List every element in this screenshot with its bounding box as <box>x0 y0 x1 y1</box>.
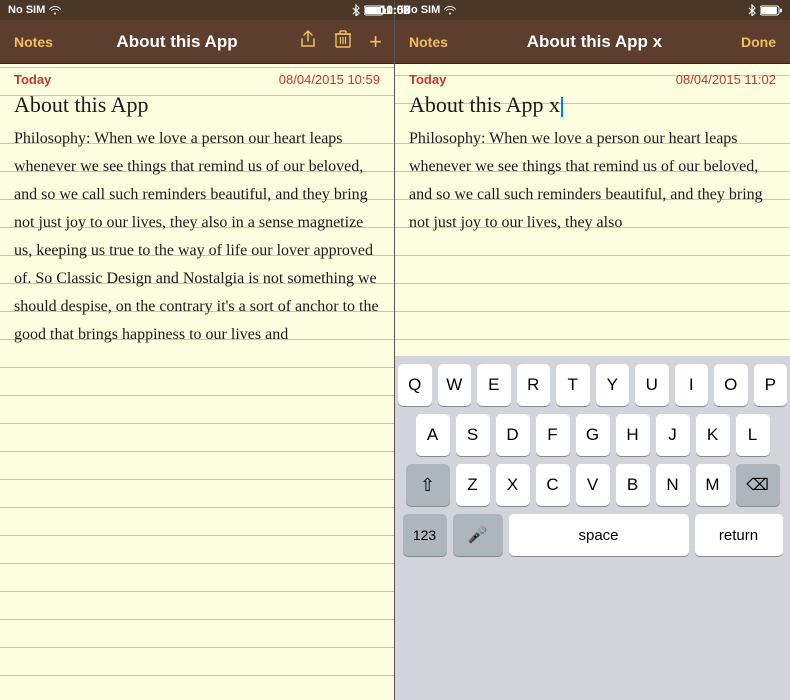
right-date-value: 08/04/2015 11:02 <box>676 72 776 87</box>
keyboard-row-4: 123 🎤 space return <box>398 514 787 556</box>
key-X[interactable]: X <box>496 464 530 506</box>
key-S[interactable]: S <box>456 414 490 456</box>
key-K[interactable]: K <box>696 414 730 456</box>
key-A[interactable]: A <box>416 414 450 456</box>
key-C[interactable]: C <box>536 464 570 506</box>
right-date-line: Today 08/04/2015 11:02 <box>409 72 776 87</box>
left-note-body: Philosophy: When we love a person our he… <box>14 125 380 349</box>
left-nav-bar: Notes About this App <box>0 20 394 64</box>
left-status-bar: No SIM 10:59 <box>0 0 394 20</box>
trash-icon <box>335 30 351 48</box>
add-button[interactable]: + <box>365 27 386 57</box>
right-wifi-icon <box>444 5 456 15</box>
right-panel: No SIM 11:02 Notes About this App x <box>395 0 790 700</box>
key-Y[interactable]: Y <box>596 364 630 406</box>
left-date-value: 08/04/2015 10:59 <box>279 72 380 87</box>
right-battery-icon <box>760 5 782 16</box>
keyboard-row-3: ⇧ Z X C V B N M ⌫ <box>398 464 787 506</box>
right-bluetooth-icon <box>748 4 756 16</box>
left-back-button[interactable]: Notes <box>8 30 59 54</box>
key-P[interactable]: P <box>754 364 788 406</box>
left-note-title: About this App <box>14 91 380 119</box>
right-date-label: Today <box>409 72 446 87</box>
right-note-title: About this App x <box>409 91 776 119</box>
key-M[interactable]: M <box>696 464 730 506</box>
key-J[interactable]: J <box>656 414 690 456</box>
right-back-button[interactable]: Notes <box>403 30 454 54</box>
share-button[interactable] <box>295 28 321 55</box>
left-carrier: No SIM <box>8 4 45 16</box>
right-status-right <box>748 4 782 16</box>
left-nav-title: About this App <box>59 32 295 52</box>
right-note-area[interactable]: Today 08/04/2015 11:02 About this App x … <box>395 64 790 356</box>
key-Z[interactable]: Z <box>456 464 490 506</box>
keyboard: Q W E R T Y U I O P A S D F G H J K L ⇧ … <box>395 356 790 700</box>
left-nav-actions: + <box>295 27 386 57</box>
key-D[interactable]: D <box>496 414 530 456</box>
key-B[interactable]: B <box>616 464 650 506</box>
key-O[interactable]: O <box>714 364 748 406</box>
num-key[interactable]: 123 <box>403 514 447 556</box>
keyboard-row-2: A S D F G H J K L <box>398 414 787 456</box>
key-W[interactable]: W <box>438 364 472 406</box>
keyboard-row-1: Q W E R T Y U I O P <box>398 364 787 406</box>
key-Q[interactable]: Q <box>398 364 432 406</box>
space-key[interactable]: space <box>509 514 689 556</box>
done-button[interactable]: Done <box>735 30 782 54</box>
key-T[interactable]: T <box>556 364 590 406</box>
left-date-line: Today 08/04/2015 10:59 <box>14 72 380 87</box>
return-key[interactable]: return <box>695 514 783 556</box>
right-status-left: No SIM <box>403 4 456 16</box>
left-status-left: No SIM <box>8 4 61 16</box>
right-nav-title: About this App x <box>454 32 735 52</box>
backspace-key[interactable]: ⌫ <box>736 464 780 506</box>
right-nav-bar: Notes About this App x Done <box>395 20 790 64</box>
left-note-area: Today 08/04/2015 10:59 About this App Ph… <box>0 64 394 700</box>
trash-button[interactable] <box>331 28 355 55</box>
text-cursor <box>561 97 563 117</box>
key-E[interactable]: E <box>477 364 511 406</box>
left-date-label: Today <box>14 72 51 87</box>
right-time: 11:02 <box>380 3 410 17</box>
key-N[interactable]: N <box>656 464 690 506</box>
bluetooth-icon <box>352 4 360 16</box>
right-note-body: Philosophy: When we love a person our he… <box>409 125 776 237</box>
key-F[interactable]: F <box>536 414 570 456</box>
left-panel: No SIM 10:59 Notes About t <box>0 0 395 700</box>
mic-key[interactable]: 🎤 <box>453 514 503 556</box>
key-U[interactable]: U <box>635 364 669 406</box>
key-I[interactable]: I <box>675 364 709 406</box>
key-G[interactable]: G <box>576 414 610 456</box>
key-R[interactable]: R <box>517 364 551 406</box>
right-status-bar: No SIM 11:02 <box>395 0 790 20</box>
key-L[interactable]: L <box>736 414 770 456</box>
key-V[interactable]: V <box>576 464 610 506</box>
key-H[interactable]: H <box>616 414 650 456</box>
wifi-icon <box>49 5 61 15</box>
share-icon <box>299 30 317 48</box>
shift-key[interactable]: ⇧ <box>406 464 450 506</box>
